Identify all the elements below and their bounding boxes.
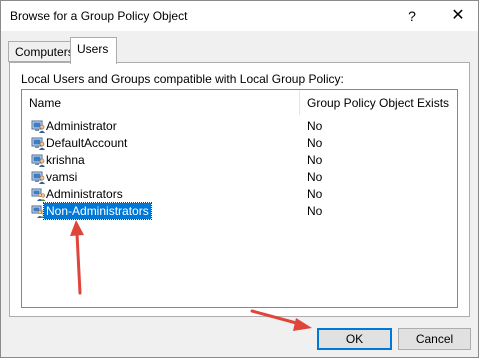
- list-item-gpo-status: No: [307, 153, 323, 167]
- help-button[interactable]: ?: [397, 1, 427, 31]
- list-item-name: krishna: [46, 153, 85, 167]
- list-item-name: Non-Administrators: [43, 202, 152, 220]
- ok-button[interactable]: OK: [317, 328, 392, 350]
- list-item-name: Administrators: [46, 187, 123, 201]
- list-item-gpo-status: No: [307, 136, 323, 150]
- title-bar: Browse for a Group Policy Object ? ✕: [1, 1, 478, 31]
- list-item[interactable]: Administrators No: [22, 186, 457, 203]
- list-item[interactable]: Administrator No: [22, 118, 457, 135]
- column-header-name[interactable]: Name: [22, 90, 299, 115]
- list-item[interactable]: DefaultAccount No: [22, 135, 457, 152]
- list-item-name: vamsi: [46, 170, 78, 184]
- list-item-gpo-status: No: [307, 204, 323, 218]
- list-item-gpo-status: No: [307, 170, 323, 184]
- list-item-gpo-status: No: [307, 187, 323, 201]
- users-list-view[interactable]: Name Group Policy Object Exists Administ…: [21, 89, 458, 308]
- tab-users[interactable]: Users: [70, 37, 117, 64]
- column-header-gpo-exists[interactable]: Group Policy Object Exists: [299, 90, 465, 115]
- window-title: Browse for a Group Policy Object: [10, 9, 188, 23]
- list-item[interactable]: krishna No: [22, 152, 457, 169]
- list-item-selected[interactable]: Non-Administrators No: [22, 202, 457, 220]
- panel-caption: Local Users and Groups compatible with L…: [21, 72, 344, 86]
- cancel-button[interactable]: Cancel: [398, 328, 471, 350]
- list-header: Name Group Policy Object Exists: [22, 90, 457, 115]
- list-item-gpo-status: No: [307, 119, 323, 133]
- close-button[interactable]: ✕: [443, 1, 473, 31]
- list-item-name: Administrator: [46, 119, 117, 133]
- list-item[interactable]: vamsi No: [22, 169, 457, 186]
- list-item-name: DefaultAccount: [46, 136, 128, 150]
- tab-computers[interactable]: Computers: [8, 41, 74, 62]
